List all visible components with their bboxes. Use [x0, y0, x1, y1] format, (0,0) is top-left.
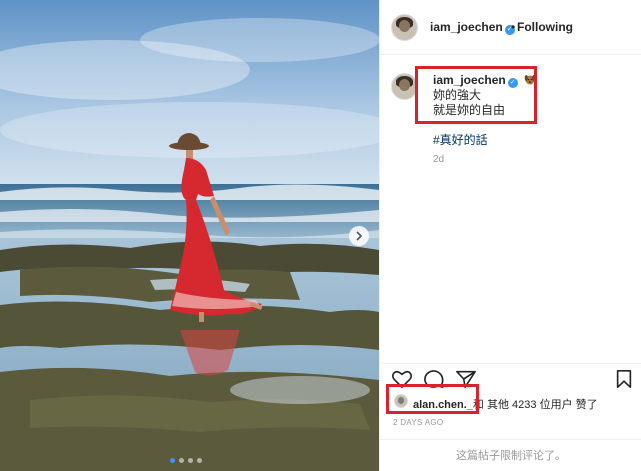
highlight-box-caption [415, 66, 537, 124]
carousel-dot [179, 458, 184, 463]
comments-limited-notice: 这篇帖子限制评论了。 [380, 439, 641, 471]
likes-suffix: 位用户 赞了 [536, 399, 598, 411]
caption-age: 2d [433, 154, 445, 165]
carousel-dot [170, 458, 175, 463]
highlight-box-likes [386, 384, 479, 414]
following-button[interactable]: Following [517, 20, 573, 34]
likes-count[interactable]: 4233 [512, 399, 536, 411]
author-avatar[interactable] [391, 14, 418, 41]
caption-author-avatar[interactable] [391, 73, 418, 100]
carousel-indicator [170, 458, 202, 463]
post-details-panel: iam_joechen ✓ • Following iam_joechen ✓ 妳的… [379, 0, 641, 471]
post-header: iam_joechen ✓ • Following [380, 0, 641, 55]
hashtag-link[interactable]: #真好的話 [433, 131, 488, 148]
header-separator: • [511, 20, 516, 34]
carousel-dot [197, 458, 202, 463]
carousel-dot [188, 458, 193, 463]
bookmark-icon[interactable] [613, 369, 635, 389]
post-timestamp[interactable]: 2 DAYS AGO [393, 418, 443, 427]
beach-photo-illustration [0, 0, 379, 471]
author-username[interactable]: iam_joechen ✓ [430, 20, 515, 35]
chevron-right-icon [356, 231, 363, 241]
carousel-next-button[interactable] [349, 226, 369, 246]
post-photo[interactable] [0, 0, 379, 471]
